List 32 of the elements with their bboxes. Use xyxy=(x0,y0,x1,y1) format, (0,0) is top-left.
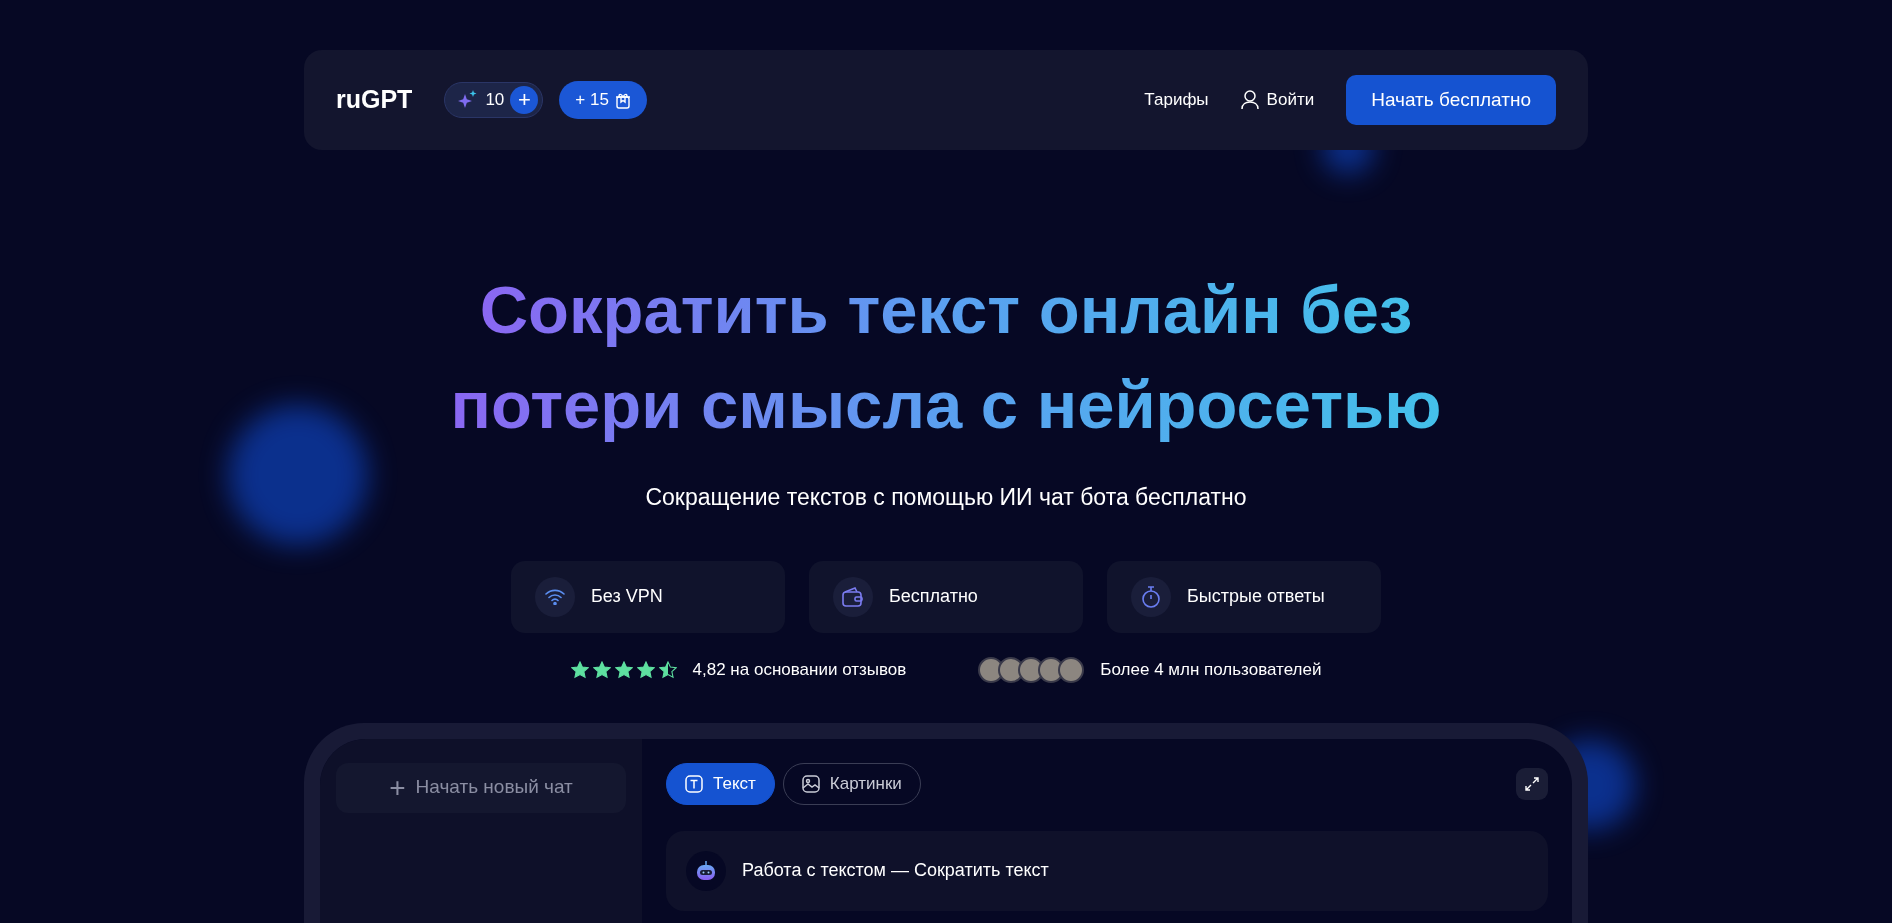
stopwatch-icon xyxy=(1141,585,1161,608)
gift-icon xyxy=(614,91,631,109)
expand-icon xyxy=(1525,776,1539,791)
feature-label: Бесплатно xyxy=(889,585,978,608)
user-icon xyxy=(1240,90,1259,110)
hero-subtitle: Сокращение текстов с помощью ИИ чат бота бесплатно xyxy=(645,484,1247,510)
wifi-icon xyxy=(545,588,565,605)
expand-button[interactable] xyxy=(1516,767,1548,800)
feature-label: Быстрые ответы xyxy=(1187,585,1325,608)
bonus-button[interactable]: + 15 xyxy=(559,81,647,119)
star-icon xyxy=(658,660,677,679)
feature-label: Без VPN xyxy=(591,585,663,608)
logo: ruGPT xyxy=(336,84,413,116)
users-text: Более 4 млн пользователей xyxy=(1100,658,1322,681)
login-link[interactable]: Войти xyxy=(1240,87,1315,113)
mode-tab[interactable]: Текст xyxy=(666,762,775,805)
rating-text: 4,82 на основании отзывов xyxy=(692,658,907,681)
image-icon xyxy=(801,774,820,793)
message-text: Работа с текстом — Сократить текст xyxy=(742,859,1049,882)
star-icon xyxy=(636,660,655,679)
start-free-button[interactable]: Начать бесплатно xyxy=(1346,75,1556,125)
credit-count: 10 xyxy=(485,89,505,112)
add-credits-button[interactable]: + xyxy=(510,86,539,114)
robot-icon xyxy=(695,859,717,882)
wallet-icon xyxy=(842,586,864,607)
star-icon xyxy=(614,660,633,679)
nav-link[interactable]: Тарифы xyxy=(1144,87,1209,113)
star-icon xyxy=(592,660,611,679)
star-icon xyxy=(570,660,589,679)
text-icon xyxy=(685,774,703,793)
avatar xyxy=(1058,656,1085,683)
new-chat-button[interactable]: + Начать новый чат xyxy=(336,762,626,813)
